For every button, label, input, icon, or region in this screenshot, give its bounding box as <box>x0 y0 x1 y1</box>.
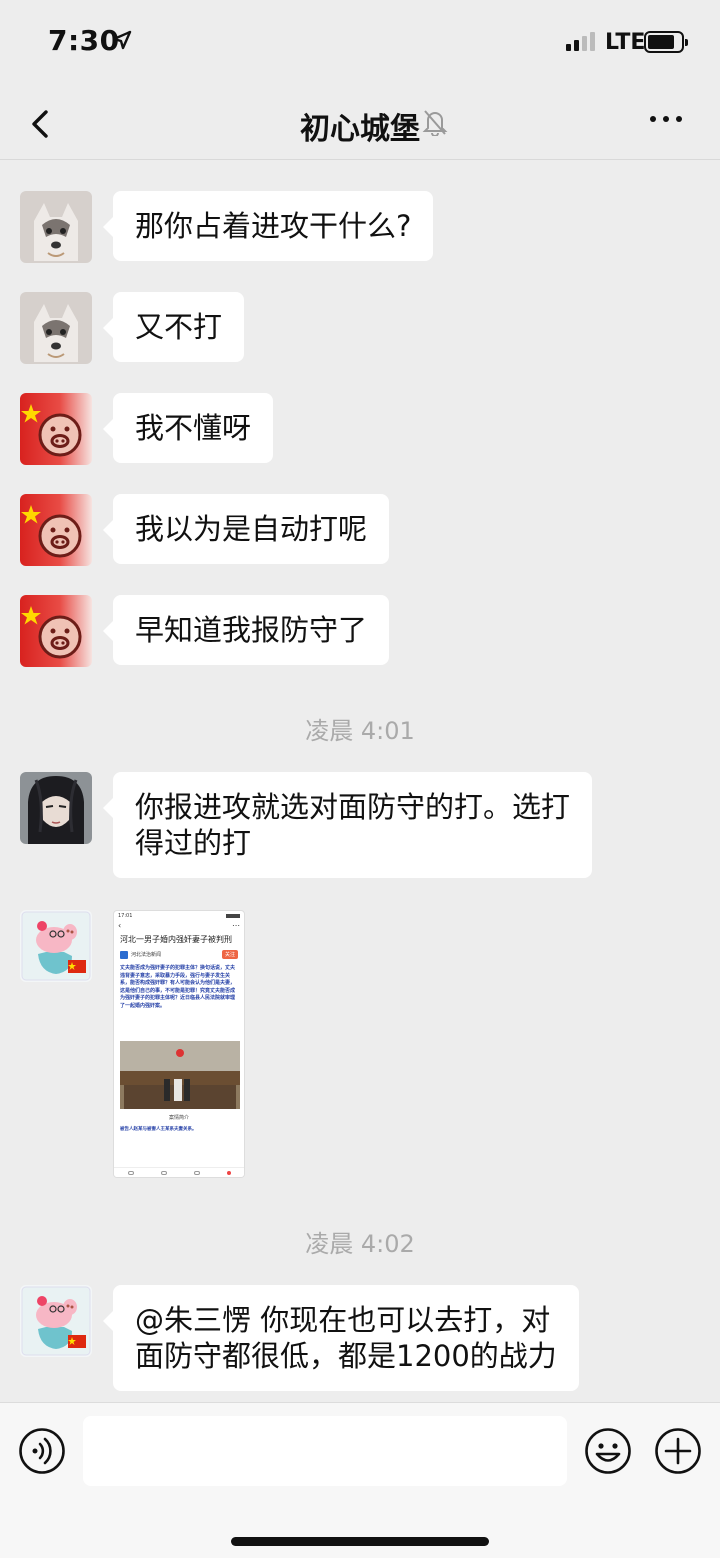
article-screenshot-image[interactable]: 17:01 ‹ ⋯ 河北一男子婚内强奸妻子被判刑 河北法治新闻 关注 丈夫能否成为… <box>113 910 245 1178</box>
husky-avatar[interactable] <box>20 191 92 263</box>
message-item: 那你占着进攻干什么? <box>20 191 434 263</box>
chat-header: 初心城堡 <box>0 90 720 160</box>
message-item: 早知道我报防守了 <box>20 595 390 667</box>
status-time: 7:30 <box>48 24 120 57</box>
message-input[interactable] <box>83 1416 567 1486</box>
voice-icon[interactable] <box>18 1427 66 1475</box>
signal-icon <box>566 32 595 51</box>
thumb-nav: ‹ ⋯ <box>118 921 240 930</box>
thumb-caption: 案情简介 <box>168 1115 189 1121</box>
image-message-item: 17:01 ‹ ⋯ 河北一男子婚内强奸妻子被判刑 河北法治新闻 关注 丈夫能否成为… <box>20 910 245 1178</box>
status-bar: 7:30 LTE <box>0 0 720 90</box>
message-item: 又不打 <box>20 292 245 364</box>
time-separator: 凌晨 4:02 <box>305 1230 415 1258</box>
message-text-line: 面防守都很低，都是1200的战力 <box>135 1339 557 1373</box>
message-bubble[interactable]: 又不打 <box>102 292 245 362</box>
courtroom-photo <box>120 1041 240 1109</box>
message-item: 我不懂呀 <box>20 393 274 465</box>
thumb-source-row: 河北法治新闻 关注 <box>114 946 244 963</box>
peppa-pig-avatar[interactable] <box>20 910 92 982</box>
message-bubble[interactable]: 那你占着进攻干什么? <box>102 191 434 261</box>
thumb-body: 丈夫能否成为强奸妻子的犯罪主体？换句话说，丈夫违背妻子意志，采取暴力手段，强行与… <box>120 965 236 1009</box>
mute-bell-icon <box>422 110 448 136</box>
emoji-icon[interactable] <box>584 1427 632 1475</box>
thumb-action-bar <box>114 1167 244 1177</box>
message-item: @朱三愣 你现在也可以去打，对 面防守都很低，都是1200的战力 <box>20 1285 579 1391</box>
message-bubble[interactable]: 我不懂呀 <box>102 393 274 463</box>
location-arrow-icon <box>112 30 132 50</box>
more-icon[interactable] <box>650 116 682 122</box>
message-item: 我以为是自动打呢 <box>20 494 390 566</box>
message-bubble[interactable]: @朱三愣 你现在也可以去打，对 面防守都很低，都是1200的战力 <box>103 1285 579 1391</box>
message-text-line: 你现在也可以去打，对 <box>251 1303 551 1337</box>
network-label: LTE <box>605 30 646 55</box>
flag-pig-avatar[interactable] <box>20 393 92 465</box>
thumb-status: 17:01 <box>114 911 244 921</box>
mention-link[interactable]: @朱三愣 <box>135 1303 251 1337</box>
message-bubble[interactable]: 早知道我报防守了 <box>102 595 390 665</box>
peppa-pig-avatar[interactable] <box>20 1285 92 1357</box>
battery-icon <box>644 31 688 53</box>
message-bubble[interactable]: 你报进攻就选对面防守的打。选打 得过的打 <box>102 772 593 878</box>
thumb-time: 17:01 <box>118 913 133 919</box>
chat-title: 初心城堡 <box>300 112 420 147</box>
message-bubble[interactable]: 我以为是自动打呢 <box>102 494 390 564</box>
input-bar <box>0 1402 720 1558</box>
flag-pig-avatar[interactable] <box>20 494 92 566</box>
husky-avatar[interactable] <box>20 292 92 364</box>
thumb-follow: 关注 <box>221 950 238 959</box>
thumb-headline: 河北一男子婚内强奸妻子被判刑 <box>120 935 232 944</box>
message-item: 你报进攻就选对面防守的打。选打 得过的打 <box>20 772 593 878</box>
message-text-line: 你报进攻就选对面防守的打。选打 <box>135 790 571 824</box>
swordsman-avatar[interactable] <box>20 772 92 844</box>
flag-pig-avatar[interactable] <box>20 595 92 667</box>
time-separator: 凌晨 4:01 <box>305 717 415 745</box>
home-indicator[interactable] <box>231 1537 489 1546</box>
plus-icon[interactable] <box>654 1427 702 1475</box>
thumb-source: 河北法治新闻 <box>131 952 162 958</box>
thumb-footer-text: 被告人赵某与被害人王某系夫妻关系。 <box>120 1127 197 1132</box>
message-text-line: 得过的打 <box>135 826 252 860</box>
